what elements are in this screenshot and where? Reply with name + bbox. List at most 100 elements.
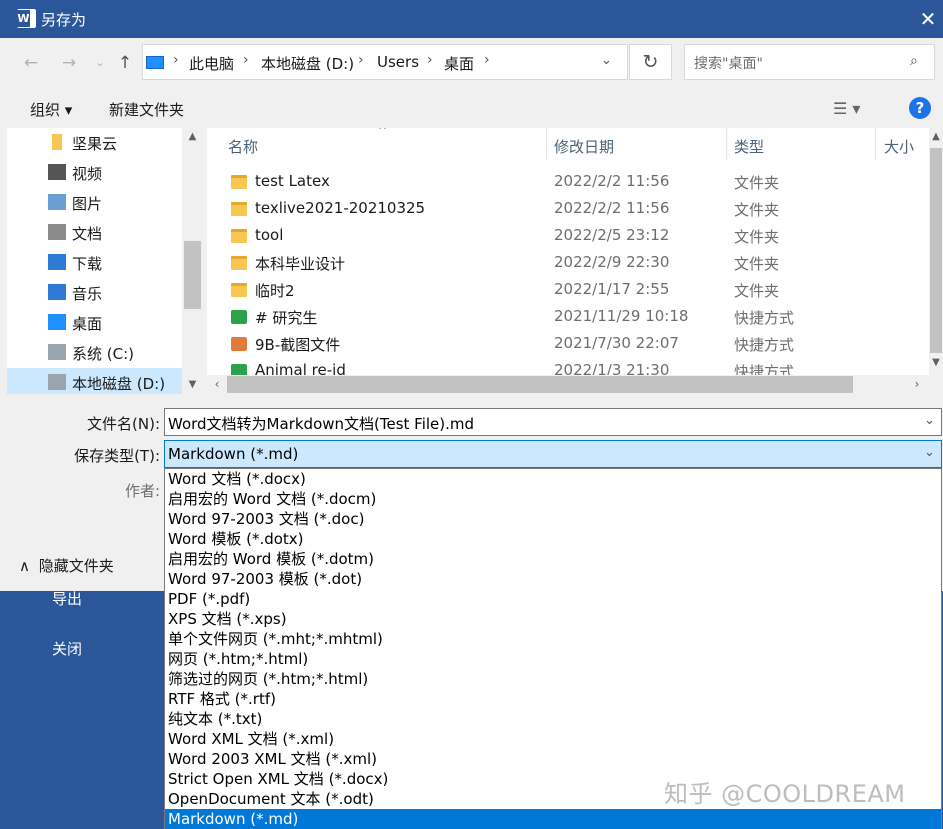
hide-folders-button[interactable]: ∧ 隐藏文件夹 xyxy=(19,555,114,576)
address-bar[interactable]: › 此电脑 › 本地磁盘 (D:) › Users › 桌面 › ⌄ xyxy=(142,44,628,80)
back-arrow-icon[interactable]: ← xyxy=(20,52,42,74)
savetype-option[interactable]: Word 97-2003 模板 (*.dot) xyxy=(165,569,941,589)
column-divider[interactable] xyxy=(726,128,727,160)
breadcrumb-users[interactable]: Users xyxy=(377,53,419,71)
scroll-up-icon[interactable]: ▲ xyxy=(182,128,203,146)
filename-field[interactable]: Word文档转为Markdown文档(Test File).md ⌄ xyxy=(164,408,942,436)
file-type: 文件夹 xyxy=(734,282,780,300)
desktop-icon xyxy=(48,314,66,330)
savetype-option[interactable]: 纯文本 (*.txt) xyxy=(165,709,941,729)
savetype-option[interactable]: 筛选过的网页 (*.htm;*.html) xyxy=(165,669,941,689)
file-row[interactable]: Animal re-id 2022/1/3 21:30 快捷方式 xyxy=(207,358,929,375)
savetype-option[interactable]: Markdown (*.md) xyxy=(165,809,941,829)
column-divider[interactable] xyxy=(875,128,876,160)
file-date: 2022/2/2 11:56 xyxy=(554,199,670,217)
file-date: 2022/1/17 2:55 xyxy=(554,280,670,298)
file-list-hscrollbar[interactable]: ‹ › xyxy=(207,375,929,394)
savetype-option[interactable]: Word 97-2003 文档 (*.doc) xyxy=(165,509,941,529)
word-app-icon-letter: W xyxy=(17,10,30,27)
chevron-right-icon[interactable]: › xyxy=(243,52,249,68)
chevron-right-icon[interactable]: › xyxy=(173,52,179,68)
file-name: tool xyxy=(255,226,284,244)
chevron-down-icon[interactable]: ⌄ xyxy=(601,53,612,68)
view-options-icon[interactable]: ☰ ▾ xyxy=(833,99,860,118)
file-row[interactable]: # 研究生 2021/11/29 10:18 快捷方式 xyxy=(207,304,929,331)
savetype-option[interactable]: 启用宏的 Word 文档 (*.docm) xyxy=(165,489,941,509)
up-arrow-icon[interactable]: ↑ xyxy=(114,52,136,74)
chevron-down-icon[interactable]: ⌄ xyxy=(924,413,935,428)
breadcrumb-this-pc[interactable]: 此电脑 xyxy=(189,53,234,74)
breadcrumb-drive-d[interactable]: 本地磁盘 (D:) xyxy=(261,53,354,74)
file-name: 9B-截图文件 xyxy=(255,336,341,354)
file-name: test Latex xyxy=(255,172,330,190)
sidebar-item[interactable]: 下载 xyxy=(7,248,182,278)
column-divider[interactable] xyxy=(546,128,547,160)
chevron-right-icon[interactable]: › xyxy=(484,52,490,68)
savetype-label: 保存类型(T): xyxy=(74,447,160,465)
file-type: 文件夹 xyxy=(734,255,780,273)
column-header-name[interactable]: 名称 xyxy=(228,136,258,157)
file-row[interactable]: tool 2022/2/5 23:12 文件夹 xyxy=(207,223,929,250)
sidebar-item[interactable]: 音乐 xyxy=(7,278,182,308)
file-row[interactable]: texlive2021-20210325 2022/2/2 11:56 文件夹 xyxy=(207,196,929,223)
file-date: 2022/2/5 23:12 xyxy=(554,226,670,244)
chevron-right-icon[interactable]: › xyxy=(358,52,364,68)
file-row[interactable]: 临时2 2022/1/17 2:55 文件夹 xyxy=(207,277,929,304)
forward-arrow-icon[interactable]: → xyxy=(58,52,80,74)
savetype-option[interactable]: 启用宏的 Word 模板 (*.dotm) xyxy=(165,549,941,569)
new-folder-button[interactable]: 新建文件夹 xyxy=(109,99,184,120)
column-header-size[interactable]: 大小 xyxy=(884,136,914,157)
file-name: Animal re-id xyxy=(255,361,346,375)
scroll-thumb[interactable] xyxy=(227,376,853,393)
scroll-left-icon[interactable]: ‹ xyxy=(207,375,227,394)
savetype-option[interactable]: 单个文件网页 (*.mht;*.mhtml) xyxy=(165,629,941,649)
sort-ascending-icon: ^ xyxy=(378,128,388,137)
savetype-option[interactable]: RTF 格式 (*.rtf) xyxy=(165,689,941,709)
backstage-export[interactable]: 导出 xyxy=(52,588,82,609)
search-input[interactable]: 搜索"桌面" ⌕ xyxy=(684,44,935,80)
savetype-option[interactable]: Word 模板 (*.dotx) xyxy=(165,529,941,549)
help-icon[interactable]: ? xyxy=(909,97,931,119)
filename-label: 文件名(N): xyxy=(87,415,160,433)
nav-pane-scrollbar[interactable]: ▲ ▼ xyxy=(182,128,203,394)
close-icon[interactable]: ✕ xyxy=(915,6,941,32)
sidebar-item[interactable]: 文档 xyxy=(7,218,182,248)
refresh-icon[interactable]: ↻ xyxy=(629,44,672,80)
search-icon[interactable]: ⌕ xyxy=(910,53,918,69)
scroll-thumb[interactable] xyxy=(184,241,201,309)
sidebar-item[interactable]: 桌面 xyxy=(7,308,182,338)
file-row[interactable]: 本科毕业设计 2022/2/9 22:30 文件夹 xyxy=(207,250,929,277)
chevron-down-icon[interactable]: ⌄ xyxy=(924,445,935,460)
savetype-option[interactable]: Word XML 文档 (*.xml) xyxy=(165,729,941,749)
scroll-down-icon[interactable]: ▼ xyxy=(929,354,943,372)
recent-locations-chevron-icon[interactable]: ⌄ xyxy=(89,52,111,74)
backstage-close[interactable]: 关闭 xyxy=(52,638,82,659)
column-header-date[interactable]: 修改日期 xyxy=(554,136,614,157)
sidebar-item-label: 视频 xyxy=(72,165,103,183)
folder-icon xyxy=(231,256,247,270)
scroll-right-icon[interactable]: › xyxy=(907,375,927,394)
chevron-right-icon[interactable]: › xyxy=(427,52,433,68)
sidebar-item[interactable]: 本地磁盘 (D:) xyxy=(7,368,182,394)
savetype-option[interactable]: PDF (*.pdf) xyxy=(165,589,941,609)
column-header-type[interactable]: 类型 xyxy=(734,136,764,157)
sidebar-item[interactable]: 系统 (C:) xyxy=(7,338,182,368)
scroll-thumb[interactable] xyxy=(930,148,942,353)
savetype-option[interactable]: Word 文档 (*.docx) xyxy=(165,469,941,489)
drive-icon xyxy=(48,344,66,360)
file-row[interactable]: 9B-截图文件 2021/7/30 22:07 快捷方式 xyxy=(207,331,929,358)
scroll-up-icon[interactable]: ▲ xyxy=(929,128,943,146)
sidebar-item[interactable]: 视频 xyxy=(7,158,182,188)
savetype-select[interactable]: Markdown (*.md) ⌄ xyxy=(164,440,942,468)
savetype-option[interactable]: Word 2003 XML 文档 (*.xml) xyxy=(165,749,941,769)
file-list-scrollbar[interactable]: ▲ ▼ xyxy=(929,128,943,375)
file-row[interactable]: test Latex 2022/2/2 11:56 文件夹 xyxy=(207,169,929,196)
breadcrumb-desktop[interactable]: 桌面 xyxy=(444,53,474,74)
download-icon xyxy=(48,254,66,270)
organize-menu[interactable]: 组织 ▾ xyxy=(30,99,72,120)
scroll-down-icon[interactable]: ▼ xyxy=(182,376,203,394)
savetype-option[interactable]: 网页 (*.htm;*.html) xyxy=(165,649,941,669)
sidebar-item[interactable]: 图片 xyxy=(7,188,182,218)
sidebar-item[interactable]: 坚果云 xyxy=(7,128,182,158)
savetype-option[interactable]: XPS 文档 (*.xps) xyxy=(165,609,941,629)
